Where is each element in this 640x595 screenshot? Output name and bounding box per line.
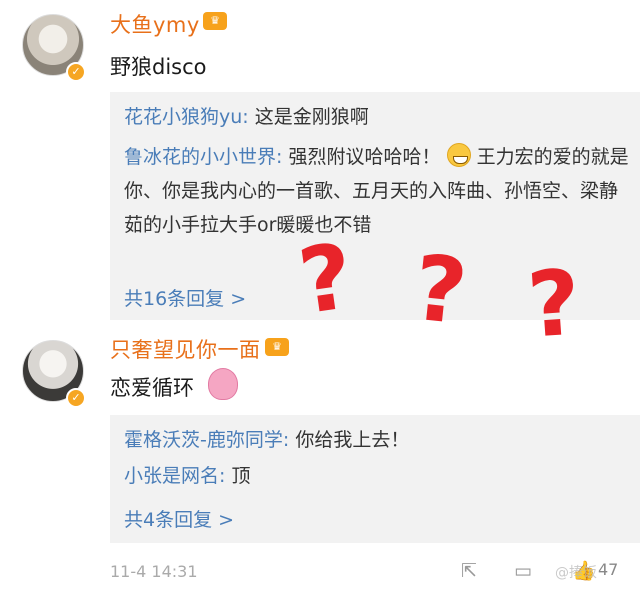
reply-item[interactable]: 小张是网名: 顶 [124,459,630,493]
reply-item[interactable]: 鲁冰花的小小世界: 强烈附议哈哈哈！ 王力宏的爱的就是你、你是我内心的一首歌、五… [124,140,629,242]
reply-author[interactable]: 小张是网名 [124,465,219,487]
comment-text: 恋爱循环 [110,376,194,400]
username[interactable]: 只奢望见你一面 [110,334,261,364]
vip-crown-icon: ♛ [203,12,227,30]
reply-box: 霍格沃茨-鹿弥同学: 你给我上去！ 小张是网名: 顶 共4条回复 > [110,415,640,543]
more-replies-link[interactable]: 共4条回复 > [124,505,234,532]
verified-badge-icon: ✓ [66,62,86,82]
reply-text: 强烈附议哈哈哈！ [288,146,441,168]
reply-item[interactable]: 霍格沃茨-鹿弥同学: 你给我上去！ [124,423,630,457]
grin-emoji-icon [446,143,471,167]
comment-text: 野狼disco [110,55,207,79]
reply-text: 你给我上去！ [295,429,410,451]
reply-text: 顶 [231,465,251,487]
comment-2: ✓ 只奢望见你一面 ♛ 恋爱循环 霍格沃茨-鹿弥同学: 你给我上去！ 小张是网名… [0,320,640,555]
share-icon[interactable]: ⇱ [458,560,480,582]
reply-author[interactable]: 花花小狼狗yu [124,106,242,128]
watermark: @捧饭 [555,565,597,581]
reply-author[interactable]: 霍格沃茨-鹿弥同学 [124,429,283,451]
verified-badge-icon: ✓ [66,388,86,408]
pink-bird-emoji-icon [208,368,238,400]
reply-author[interactable]: 鲁冰花的小小世界 [124,146,276,168]
vip-crown-icon: ♛ [265,338,289,356]
username[interactable]: 大鱼ymy [110,9,200,39]
comment-icon[interactable]: ▭ [512,560,534,582]
more-replies-link[interactable]: 共16条回复 > [124,284,246,311]
like-count: 47 [598,560,619,579]
reply-text: 这是金刚狼啊 [254,106,369,128]
timestamp: 11-4 14:31 [110,562,198,581]
reply-item[interactable]: 花花小狼狗yu: 这是金刚狼啊 [124,100,630,134]
